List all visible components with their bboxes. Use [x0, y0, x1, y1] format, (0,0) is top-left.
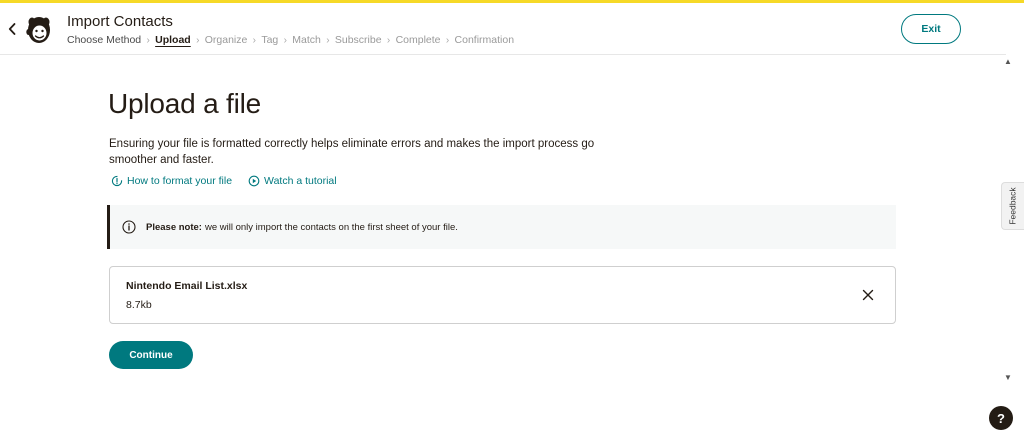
chevron-right-icon: ›: [196, 34, 200, 46]
step-upload: Upload: [155, 34, 191, 46]
chevron-left-icon: [8, 23, 16, 35]
note-bold-label: Please note:: [146, 221, 202, 233]
chevron-right-icon: ›: [326, 34, 330, 46]
play-circle-icon: [248, 175, 260, 187]
step-match: Match: [292, 34, 321, 46]
help-links: How to format your file Watch a tutorial: [111, 175, 337, 187]
feedback-tab[interactable]: Feedback: [1001, 182, 1024, 230]
step-choose-method[interactable]: Choose Method: [67, 34, 141, 46]
lightbulb-icon: [111, 175, 123, 187]
chevron-right-icon: ›: [146, 34, 150, 46]
continue-button[interactable]: Continue: [109, 341, 193, 369]
chevron-right-icon: ›: [386, 34, 391, 46]
import-note-banner: Please note: we will only import the con…: [107, 205, 896, 249]
step-confirmation: Confirmation: [454, 34, 515, 46]
import-steps-breadcrumb: Choose Method › Upload › Organize › Tag …: [67, 34, 514, 46]
watch-tutorial-link[interactable]: Watch a tutorial: [248, 175, 337, 187]
import-header: Import Contacts Choose Method › Upload ›…: [0, 3, 1006, 55]
file-name: Nintendo Email List.xlsx: [126, 280, 248, 292]
step-tag: Tag: [261, 34, 279, 46]
watch-tutorial-label: Watch a tutorial: [264, 175, 337, 187]
chevron-right-icon: ›: [252, 34, 257, 46]
help-button[interactable]: ?: [989, 406, 1013, 430]
remove-file-button[interactable]: [860, 287, 876, 303]
how-to-format-link[interactable]: How to format your file: [111, 175, 232, 187]
page-header-title: Import Contacts: [67, 13, 173, 30]
step-subscribe: Subscribe: [334, 34, 382, 46]
step-complete: Complete: [395, 34, 441, 46]
feedback-label: Feedback: [1008, 187, 1018, 225]
chevron-right-icon: ›: [445, 34, 450, 46]
uploaded-file-card: Nintendo Email List.xlsx 8.7kb: [109, 266, 896, 324]
how-to-format-label: How to format your file: [127, 175, 233, 187]
scroll-down-arrow-icon[interactable]: ▼: [1004, 373, 1012, 382]
exit-button[interactable]: Exit: [901, 14, 961, 44]
file-size: 8.7kb: [126, 299, 152, 311]
upload-description: Ensuring your file is formatted correctl…: [109, 138, 595, 166]
info-icon: [122, 220, 136, 234]
note-text: we will only import the contacts on the …: [204, 221, 458, 233]
close-icon: [862, 289, 874, 301]
scroll-up-arrow-icon[interactable]: ▲: [1004, 57, 1012, 66]
back-button[interactable]: [4, 19, 20, 39]
page-title: Upload a file: [108, 88, 262, 119]
chevron-right-icon: ›: [283, 34, 287, 46]
step-organize: Organize: [204, 34, 248, 46]
mailchimp-logo-icon: [24, 13, 54, 45]
